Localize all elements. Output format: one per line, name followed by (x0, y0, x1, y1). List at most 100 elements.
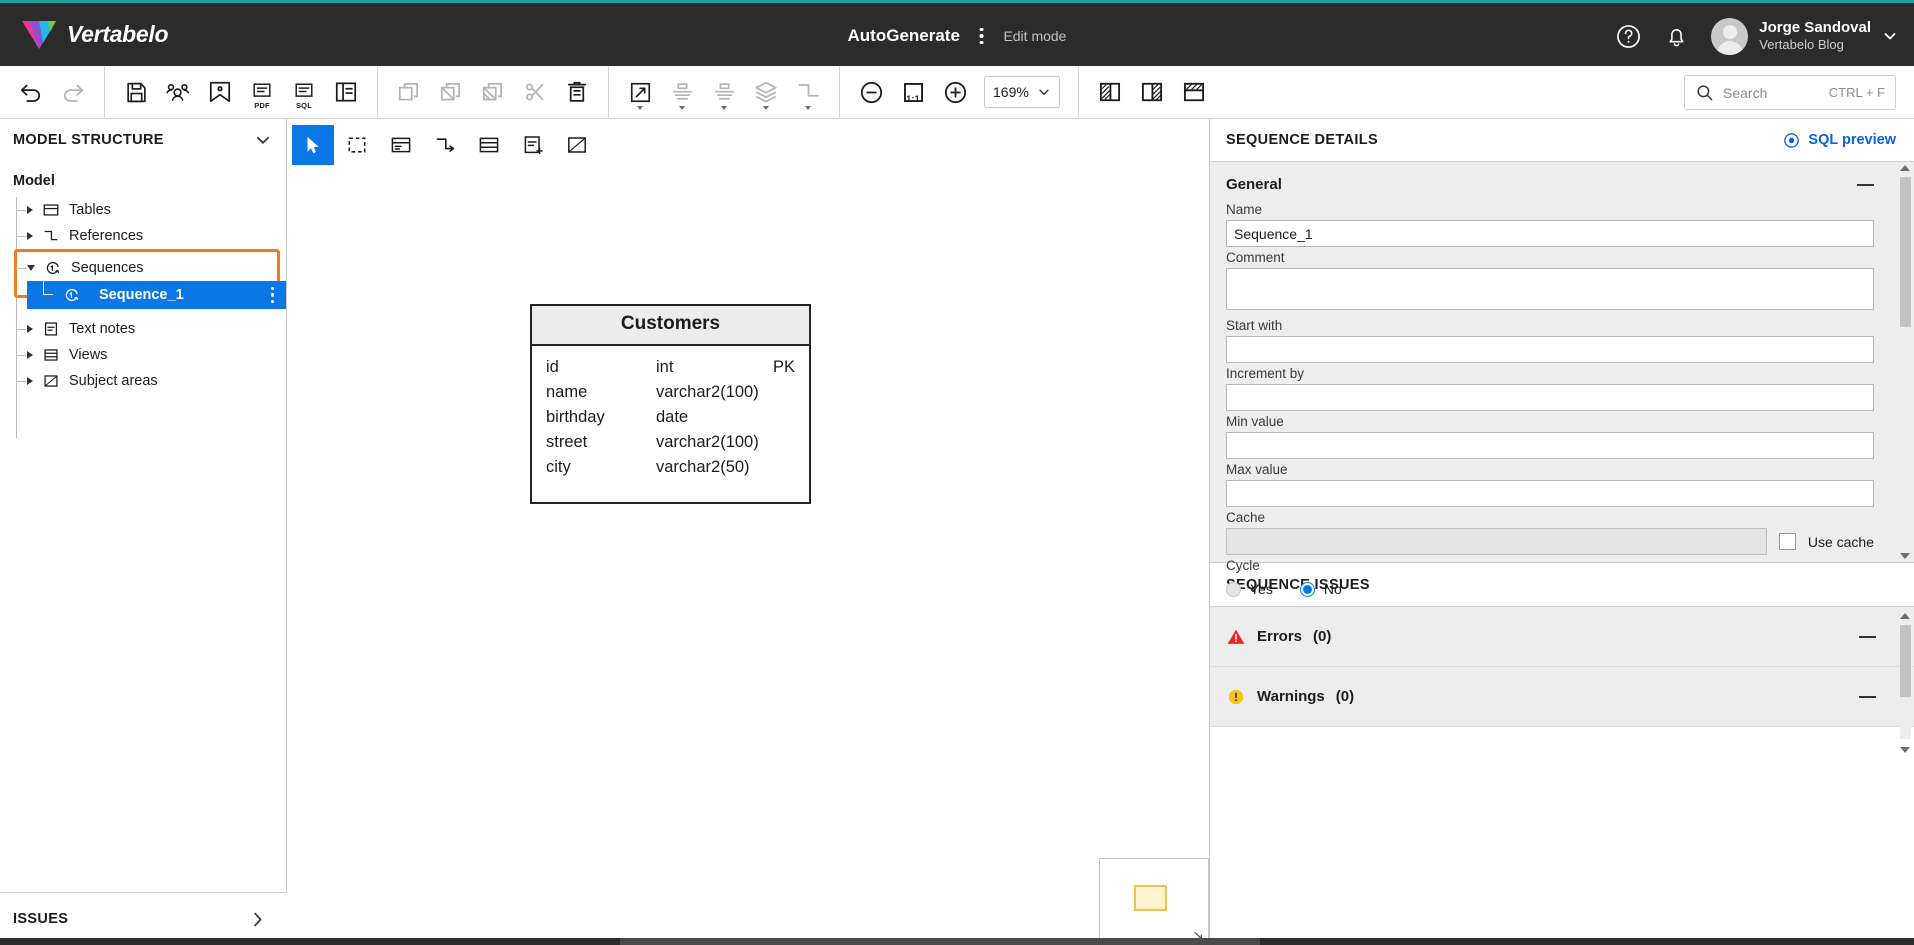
zoom-out-icon[interactable] (850, 72, 892, 112)
distribute-icon[interactable] (703, 72, 745, 112)
chevron-right-icon[interactable] (27, 232, 33, 240)
tree-elbow (43, 277, 53, 295)
pdf-export-icon[interactable]: PDF (241, 72, 283, 112)
max-value-input[interactable] (1226, 480, 1874, 507)
sidebar-item-tables[interactable]: Tables (0, 197, 286, 223)
issue-row-errors[interactable]: Errors (0) (1210, 607, 1914, 667)
increment-by-input[interactable] (1226, 384, 1874, 411)
horizontal-scrollbar[interactable] (0, 938, 1914, 945)
zoom-1to1-icon[interactable]: 1:1 (892, 72, 934, 112)
scissors-icon[interactable] (514, 72, 556, 112)
tree-guide (16, 210, 26, 211)
name-input[interactable] (1226, 220, 1874, 247)
start-with-input[interactable] (1226, 336, 1874, 363)
collapse-dash-icon[interactable] (1859, 635, 1876, 638)
errors-label: Errors (1257, 628, 1303, 645)
field-label: Cache (1226, 510, 1266, 525)
notification-bell-icon[interactable] (1664, 24, 1689, 49)
cache-input[interactable] (1226, 528, 1767, 555)
resize-arrows-icon[interactable] (619, 72, 661, 112)
new-text-note-icon[interactable] (512, 125, 554, 165)
issues-scrollbar[interactable] (1898, 613, 1912, 753)
er-table-customers[interactable]: Customers id int PK name varchar2(100) b… (530, 304, 811, 504)
use-cache-checkbox[interactable] (1778, 533, 1796, 550)
search-input[interactable]: Search CTRL + F (1684, 75, 1896, 110)
er-column-row[interactable]: city varchar2(50) (532, 455, 809, 480)
undo-icon[interactable] (10, 72, 52, 112)
chevron-right-icon[interactable] (27, 351, 33, 359)
redo-icon[interactable] (52, 72, 94, 112)
cycle-yes-radio[interactable] (1226, 581, 1241, 597)
comment-textarea[interactable] (1226, 268, 1874, 310)
min-value-input[interactable] (1226, 432, 1874, 459)
new-subject-area-icon[interactable] (556, 125, 598, 165)
new-view-icon[interactable] (468, 125, 510, 165)
marquee-select-icon[interactable] (336, 125, 378, 165)
save-icon[interactable] (115, 72, 157, 112)
field-label: Comment (1226, 250, 1285, 265)
field-label: Increment by (1226, 366, 1305, 381)
sidebar-item-sequence-1[interactable]: Sequence_1 (27, 277, 286, 309)
panel-right-icon[interactable] (1131, 72, 1173, 112)
sql-preview-button[interactable]: SQL preview (1782, 131, 1896, 150)
collapse-dash-icon[interactable] (1859, 695, 1876, 698)
zoom-level-select[interactable]: 169% (984, 76, 1060, 108)
new-table-icon[interactable] (380, 125, 422, 165)
cycle-no-radio[interactable] (1299, 581, 1315, 597)
main-toolbar: PDF SQL 1:1 169% Search CTRL + F (0, 65, 1914, 119)
user-org: Vertabelo Blog (1759, 36, 1844, 52)
scroll-down-arrow-icon[interactable] (1900, 553, 1910, 559)
collapse-dash-icon[interactable] (1857, 183, 1874, 186)
cycle-yes-label: Yes (1250, 581, 1273, 597)
scroll-thumb[interactable] (1899, 177, 1911, 327)
user-menu[interactable]: Jorge Sandoval Vertabelo Blog (1711, 17, 1898, 55)
diagram-canvas[interactable]: Customers id int PK name varchar2(100) b… (288, 119, 1209, 945)
sidebar-item-references[interactable]: References (0, 223, 286, 249)
layers-icon[interactable] (745, 72, 787, 112)
scroll-up-arrow-icon[interactable] (1900, 165, 1910, 171)
documentation-icon[interactable] (325, 72, 367, 112)
scroll-thumb[interactable] (620, 938, 1260, 945)
align-icon[interactable] (661, 72, 703, 112)
general-scrollbar[interactable] (1898, 165, 1912, 559)
line-routing-icon[interactable] (787, 72, 829, 112)
chevron-down-icon[interactable] (254, 131, 272, 149)
cursor-arrow-icon[interactable] (292, 125, 334, 165)
er-column-row[interactable]: birthday date (532, 405, 809, 430)
sql-export-icon[interactable]: SQL (283, 72, 325, 112)
chevron-down-icon (1884, 33, 1896, 40)
toolbar-group-zoom: 1:1 169% (840, 66, 1070, 119)
sql-label: SQL (295, 101, 313, 110)
scroll-thumb[interactable] (1899, 625, 1911, 697)
copy-icon[interactable] (388, 72, 430, 112)
sidebar-item-views[interactable]: Views (0, 342, 286, 368)
paste-special-icon[interactable] (472, 72, 514, 112)
cycle-radio-group: Yes No (1210, 578, 1914, 597)
sidebar-item-text-notes[interactable]: Text notes (0, 316, 286, 342)
share-users-icon[interactable] (157, 72, 199, 112)
scroll-down-arrow-icon[interactable] (1900, 747, 1910, 753)
minimap[interactable] (1099, 858, 1209, 945)
kebab-menu-icon[interactable] (270, 286, 274, 304)
er-column-row[interactable]: name varchar2(100) (532, 380, 809, 405)
issue-row-warnings[interactable]: Warnings (0) (1210, 667, 1914, 727)
chevron-right-icon[interactable] (27, 377, 33, 385)
sidebar-item-subject-areas[interactable]: Subject areas (0, 368, 286, 394)
scroll-up-arrow-icon[interactable] (1900, 613, 1910, 619)
trash-icon[interactable] (556, 72, 598, 112)
zoom-in-icon[interactable] (934, 72, 976, 112)
chevron-right-icon[interactable] (27, 325, 33, 333)
chevron-down-icon[interactable] (27, 265, 35, 271)
help-circle-icon[interactable] (1615, 23, 1642, 50)
general-section-header: General (1210, 162, 1914, 199)
kebab-menu-icon[interactable] (976, 22, 988, 51)
paste-icon[interactable] (430, 72, 472, 112)
new-reference-icon[interactable] (424, 125, 466, 165)
chevron-right-icon[interactable] (27, 206, 33, 214)
image-export-icon[interactable] (199, 72, 241, 112)
panel-left-icon[interactable] (1089, 72, 1131, 112)
er-column-row[interactable]: street varchar2(100) (532, 430, 809, 455)
vertabelo-logo[interactable]: Vertabelo (0, 20, 169, 50)
er-column-row[interactable]: id int PK (532, 355, 809, 380)
panel-top-icon[interactable] (1173, 72, 1215, 112)
